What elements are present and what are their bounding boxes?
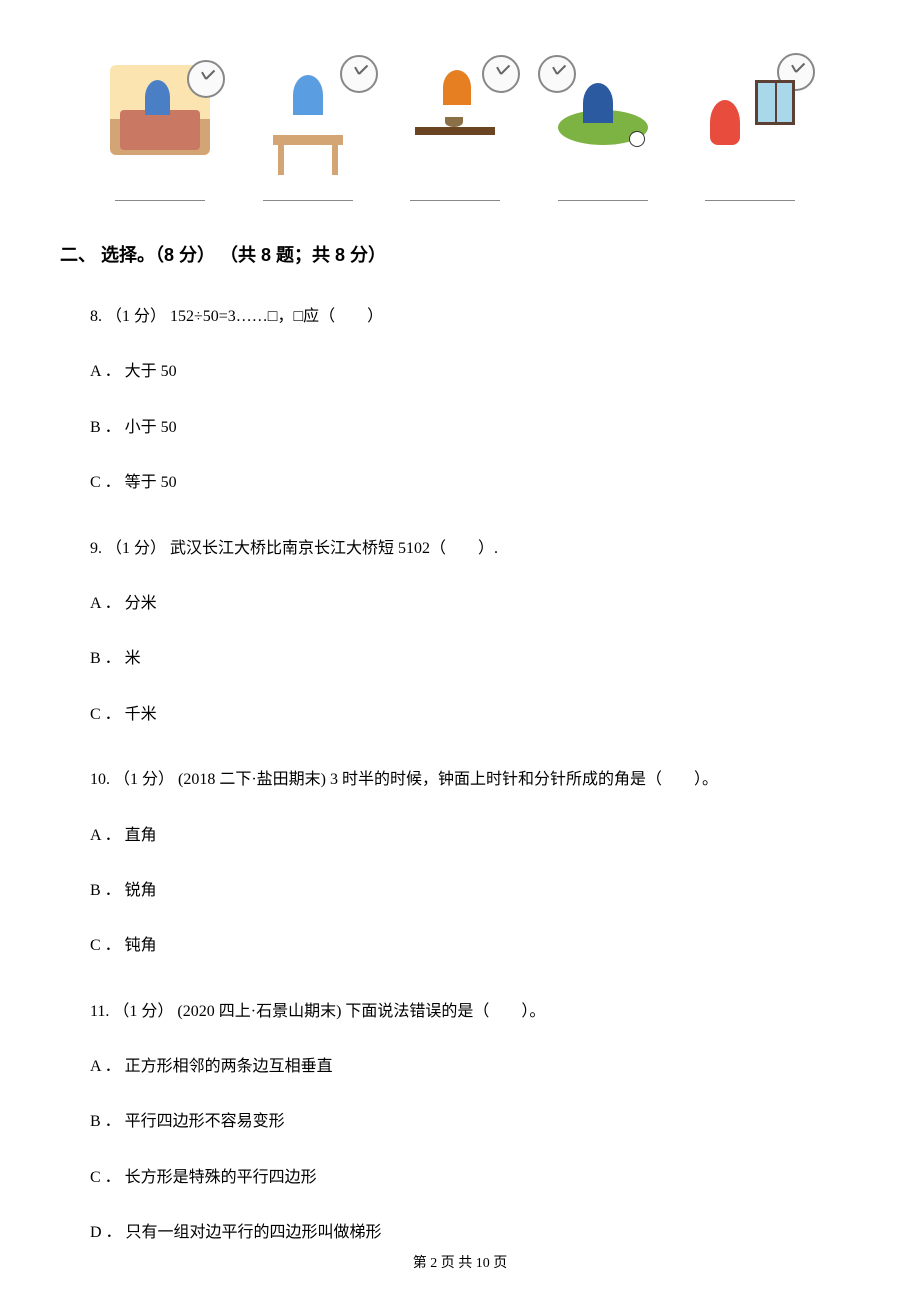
question-9-option-c[interactable]: C ． 千米 [90,700,840,730]
activity-image-eat [385,50,525,170]
question-9-text: 9. （1 分） 武汉长江大桥比南京长江大桥短 5102（ ）. [90,534,840,564]
activity-image-soccer [533,50,673,170]
question-9: 9. （1 分） 武汉长江大桥比南京长江大桥短 5102（ ）. A ． 分米 … [60,534,840,731]
activity-image-wakeup [90,50,230,170]
question-8-text: 8. （1 分） 152÷50=3……□，□应（ ） [90,302,840,332]
question-10-text: 10. （1 分） (2018 二下·盐田期末) 3 时半的时候，钟面上时针和分… [90,765,840,795]
question-10: 10. （1 分） (2018 二下·盐田期末) 3 时半的时候，钟面上时针和分… [60,765,840,962]
question-8-option-b[interactable]: B ． 小于 50 [90,413,840,443]
answer-blank-1[interactable] [115,200,205,201]
activity-image-window [680,50,820,170]
activity-item-2 [238,50,378,201]
question-8-option-a[interactable]: A ． 大于 50 [90,357,840,387]
activity-item-1 [90,50,230,201]
answer-blank-2[interactable] [263,200,353,201]
activity-item-3 [385,50,525,201]
activity-image-study [238,50,378,170]
answer-blank-3[interactable] [410,200,500,201]
question-9-option-b[interactable]: B ． 米 [90,644,840,674]
activity-item-4 [533,50,673,201]
clock-icon [340,55,378,93]
question-10-option-b[interactable]: B ． 锐角 [90,876,840,906]
question-11-option-a[interactable]: A ． 正方形相邻的两条边互相垂直 [90,1052,840,1082]
page-footer: 第 2 页 共 10 页 [0,1252,920,1272]
question-8-option-c[interactable]: C ． 等于 50 [90,468,840,498]
question-9-option-a[interactable]: A ． 分米 [90,589,840,619]
section-heading: 二、 选择。（8 分） （共 8 题；共 8 分） [60,241,840,267]
question-8: 8. （1 分） 152÷50=3……□，□应（ ） A ． 大于 50 B ．… [60,302,840,499]
question-11-option-b[interactable]: B ． 平行四边形不容易变形 [90,1107,840,1137]
question-10-option-a[interactable]: A ． 直角 [90,821,840,851]
question-11-text: 11. （1 分） (2020 四上·石景山期末) 下面说法错误的是（ ）。 [90,997,840,1027]
question-11-option-d[interactable]: D ． 只有一组对边平行的四边形叫做梯形 [90,1218,840,1248]
activity-item-5 [680,50,820,201]
question-11-option-c[interactable]: C ． 长方形是特殊的平行四边形 [90,1163,840,1193]
answer-blank-5[interactable] [705,200,795,201]
activity-images-row [60,50,840,201]
clock-icon [187,60,225,98]
clock-icon [538,55,576,93]
question-10-option-c[interactable]: C ． 钝角 [90,931,840,961]
clock-icon [482,55,520,93]
question-11: 11. （1 分） (2020 四上·石景山期末) 下面说法错误的是（ ）。 A… [60,997,840,1249]
answer-blank-4[interactable] [558,200,648,201]
